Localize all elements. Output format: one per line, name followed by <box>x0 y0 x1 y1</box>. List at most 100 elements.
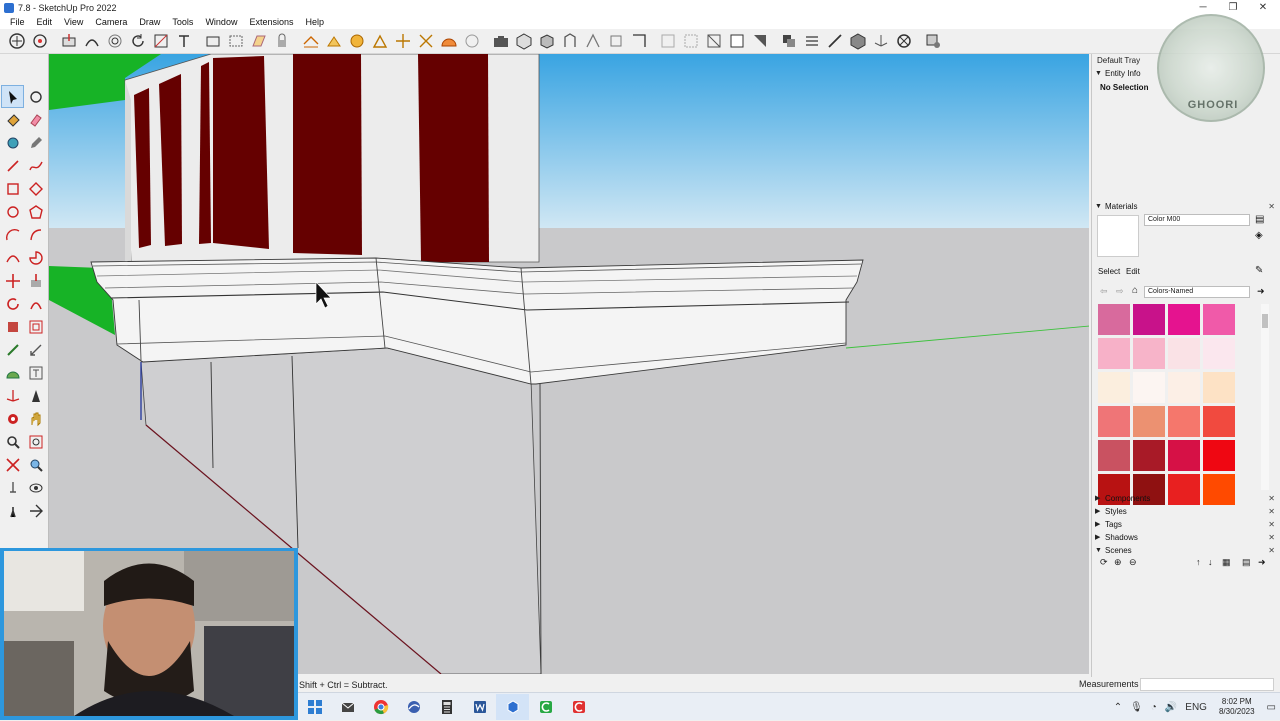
material-swatch[interactable] <box>1203 372 1235 403</box>
left-view-icon[interactable] <box>628 31 650 52</box>
look-around-icon[interactable] <box>24 476 47 499</box>
flip-edge-icon[interactable] <box>415 31 437 52</box>
close-icon[interactable]: ✕ <box>1268 520 1275 529</box>
view-options-icon[interactable]: ▦ <box>1222 557 1231 568</box>
move-scene-down-icon[interactable]: ↓ <box>1208 557 1213 567</box>
maximize-button[interactable]: ❐ <box>1218 0 1248 15</box>
create-material-icon[interactable]: ▤ <box>1255 214 1264 225</box>
mail-icon[interactable] <box>331 694 364 720</box>
front-view-icon[interactable] <box>559 31 581 52</box>
sphere-icon[interactable] <box>461 31 483 52</box>
close-icon[interactable]: ✕ <box>1268 507 1275 516</box>
back-arrow-icon[interactable]: ⇦ <box>1100 286 1108 297</box>
back-view-icon[interactable] <box>605 31 627 52</box>
pencil-tool-icon[interactable] <box>24 131 47 154</box>
group-icon[interactable] <box>225 31 247 52</box>
orbit-tool-icon[interactable] <box>1 407 24 430</box>
move-tool-icon[interactable] <box>1 269 24 292</box>
material-swatch[interactable] <box>1133 406 1165 437</box>
material-name-field[interactable]: Color M00 <box>1144 214 1250 226</box>
material-swatch[interactable] <box>1133 304 1165 335</box>
materials-header[interactable]: ▼ Materials ✕ <box>1095 200 1279 212</box>
axes-tool-icon[interactable] <box>1 384 24 407</box>
drape-icon[interactable] <box>369 31 391 52</box>
fog-icon[interactable] <box>801 31 823 52</box>
scale-tool-icon[interactable] <box>1 315 24 338</box>
camtasia-icon[interactable] <box>529 694 562 720</box>
follow-me-icon[interactable] <box>81 31 103 52</box>
walk-tool-icon[interactable] <box>1 499 24 522</box>
components-header[interactable]: ▶ Components ✕ <box>1095 492 1279 504</box>
face-style-icon[interactable] <box>847 31 869 52</box>
material-swatch[interactable] <box>1098 338 1130 369</box>
swatch-scrollbar[interactable] <box>1261 304 1269 490</box>
polygon-tool-icon[interactable] <box>24 200 47 223</box>
rectangle-tool-icon[interactable] <box>1 177 24 200</box>
menu-tools[interactable]: Tools <box>166 17 199 27</box>
close-icon[interactable]: ✕ <box>1268 546 1275 555</box>
pie-tool-icon[interactable] <box>24 246 47 269</box>
minimize-button[interactable]: ─ <box>1188 0 1218 15</box>
tags-header[interactable]: ▶ Tags ✕ <box>1095 518 1279 530</box>
protractor-tool-icon[interactable] <box>1 361 24 384</box>
top-view-icon[interactable] <box>536 31 558 52</box>
chrome-icon[interactable] <box>364 694 397 720</box>
rotated-rectangle-icon[interactable] <box>24 177 47 200</box>
add-scene-icon[interactable]: ⊕ <box>1114 557 1122 568</box>
add-detail-icon[interactable] <box>392 31 414 52</box>
zoom-tool-icon[interactable] <box>1 430 24 453</box>
rotate-icon[interactable] <box>127 31 149 52</box>
language-indicator[interactable]: ENG <box>1185 702 1207 713</box>
browser-icon[interactable] <box>397 694 430 720</box>
material-swatch[interactable] <box>1203 304 1235 335</box>
hidden-line-icon[interactable] <box>726 31 748 52</box>
material-swatch[interactable] <box>1168 406 1200 437</box>
section-tool-icon[interactable] <box>24 499 47 522</box>
menu-file[interactable]: File <box>4 17 31 27</box>
offset-tool-icon[interactable] <box>24 315 47 338</box>
rotate-tool-icon[interactable] <box>1 292 24 315</box>
stamp-icon[interactable] <box>346 31 368 52</box>
dome-icon[interactable] <box>438 31 460 52</box>
sketchup-taskbar-icon[interactable] <box>496 693 529 720</box>
shadows-icon[interactable] <box>778 31 800 52</box>
extension-icon[interactable] <box>922 31 944 52</box>
scale-icon[interactable] <box>150 31 172 52</box>
material-swatch[interactable] <box>1203 406 1235 437</box>
zoom-window-icon[interactable] <box>24 430 47 453</box>
sample-paint-icon[interactable]: ◈ <box>1255 230 1263 241</box>
menu-extensions[interactable]: Extensions <box>243 17 299 27</box>
shaded-icon[interactable] <box>749 31 771 52</box>
zoom-extents-icon[interactable] <box>29 31 51 52</box>
3d-text-icon[interactable] <box>24 384 47 407</box>
notifications-icon[interactable]: ▭ <box>1267 702 1276 713</box>
menu-view[interactable]: View <box>58 17 89 27</box>
details-arrow-icon[interactable]: ➜ <box>1257 286 1265 297</box>
material-swatch[interactable] <box>1133 372 1165 403</box>
iso-view-icon[interactable] <box>513 31 535 52</box>
zoom-previous-icon[interactable] <box>24 453 47 476</box>
material-swatch[interactable] <box>1098 304 1130 335</box>
menu-help[interactable]: Help <box>299 17 330 27</box>
start-icon[interactable] <box>298 694 331 720</box>
tab-select[interactable]: Select <box>1098 267 1120 276</box>
close-button[interactable]: ✕ <box>1248 0 1278 15</box>
eyedropper-icon[interactable]: ✎ <box>1255 265 1263 276</box>
close-icon[interactable]: ✕ <box>1268 202 1275 211</box>
right-view-icon[interactable] <box>582 31 604 52</box>
orbit-icon[interactable] <box>6 31 28 52</box>
menu-edit[interactable]: Edit <box>31 17 59 27</box>
arc-tool-icon[interactable] <box>1 223 24 246</box>
move-scene-up-icon[interactable]: ↑ <box>1196 557 1201 567</box>
material-swatch[interactable] <box>1168 372 1200 403</box>
two-point-arc-icon[interactable] <box>24 223 47 246</box>
menu-camera[interactable]: Camera <box>89 17 133 27</box>
material-swatch[interactable] <box>1098 372 1130 403</box>
calculator-icon[interactable] <box>430 694 463 720</box>
make-component-icon[interactable] <box>24 85 47 108</box>
menu-draw[interactable]: Draw <box>133 17 166 27</box>
microphone-icon[interactable]: 🎙 <box>1130 702 1143 713</box>
clock[interactable]: 8:02 PM 8/30/2023 <box>1219 697 1255 717</box>
tab-edit[interactable]: Edit <box>1126 267 1140 276</box>
home-icon[interactable]: ⌂ <box>1132 285 1138 296</box>
